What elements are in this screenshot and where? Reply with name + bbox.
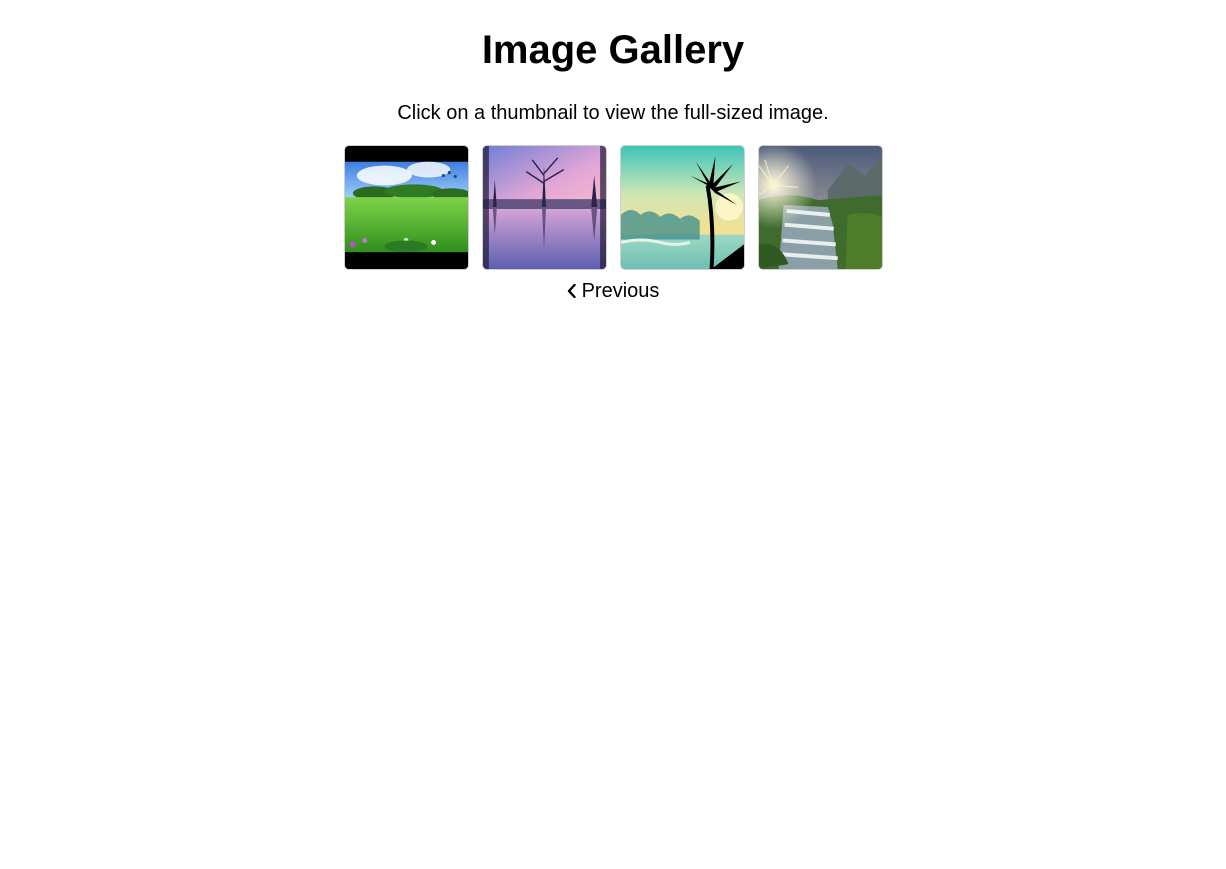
previous-button[interactable]: Previous [567,279,660,303]
gallery-page: Image Gallery Click on a thumbnail to vi… [0,0,1226,303]
thumbnail-palms[interactable] [619,145,745,270]
page-instructions: Click on a thumbnail to view the full-si… [397,102,829,124]
thumbnail-strip [0,145,1226,270]
thumbnail-meadow[interactable] [343,145,469,270]
lake-image [482,146,606,269]
previous-label: Previous [581,280,660,302]
palms-image [620,146,744,269]
thumbnail-lake[interactable] [481,145,607,270]
thumbnail-waterfall[interactable] [757,145,883,270]
meadow-image [344,146,468,269]
waterfall-image [758,146,882,269]
chevron-left-icon [567,284,576,298]
page-title: Image Gallery [481,28,745,72]
